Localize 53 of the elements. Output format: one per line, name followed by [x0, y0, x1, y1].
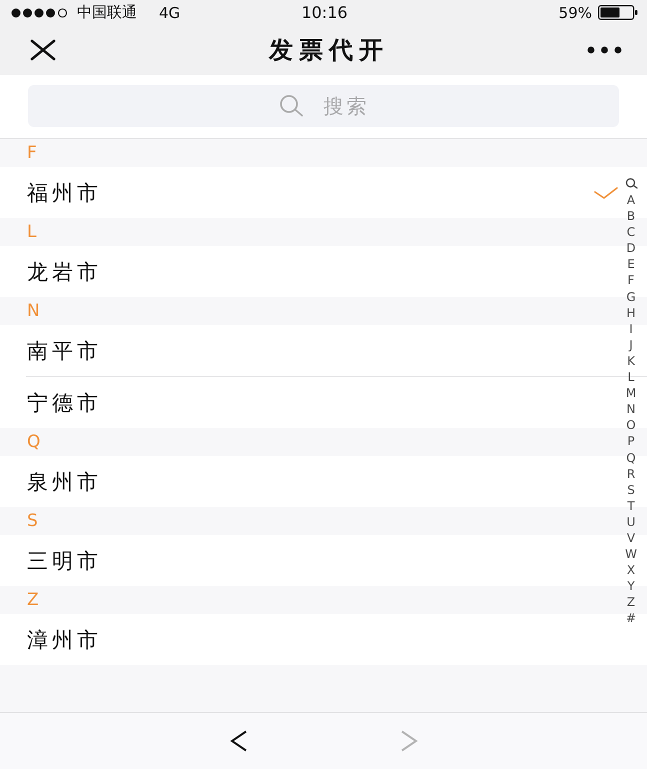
index-letter[interactable]: Y: [627, 578, 635, 594]
index-letter[interactable]: I: [629, 320, 633, 337]
index-letter[interactable]: W: [625, 546, 637, 562]
index-letter[interactable]: V: [626, 530, 636, 546]
index-letter[interactable]: S: [627, 482, 635, 498]
city-item[interactable]: 三明市: [0, 535, 621, 586]
chevron-left-icon[interactable]: [230, 730, 248, 752]
city-item[interactable]: 宁德市: [0, 377, 621, 428]
index-letter[interactable]: T: [627, 498, 635, 514]
index-letter[interactable]: G: [626, 288, 636, 305]
index-letter[interactable]: B: [626, 208, 636, 224]
search-icon: [279, 95, 305, 117]
index-letter[interactable]: P: [627, 433, 635, 450]
status-time: 10:16: [301, 3, 348, 22]
index-letter[interactable]: #: [626, 610, 636, 627]
carrier-name: 中国联通: [77, 3, 137, 22]
index-letter[interactable]: J: [629, 336, 633, 353]
index-letter[interactable]: A: [626, 192, 636, 208]
city-item[interactable]: 龙岩市: [0, 246, 621, 297]
city-item[interactable]: 福州市: [0, 167, 621, 218]
index-letter[interactable]: E: [627, 256, 635, 272]
index-letter[interactable]: K: [627, 352, 635, 370]
battery-icon: [598, 5, 638, 20]
index-letter[interactable]: H: [626, 304, 636, 321]
index-letter[interactable]: D: [626, 240, 636, 256]
index-letter[interactable]: M: [626, 385, 636, 402]
index-letter[interactable]: N: [626, 401, 636, 418]
index-letter[interactable]: F: [628, 272, 634, 289]
section-letter: N: [27, 301, 40, 321]
network-type: 4G: [159, 4, 180, 22]
index-letter[interactable]: Z: [626, 594, 636, 610]
city-item[interactable]: 泉州市: [0, 456, 621, 507]
close-icon[interactable]: [30, 39, 56, 61]
index-letter[interactable]: L: [628, 369, 634, 386]
city-item[interactable]: 南平市: [0, 325, 621, 376]
section-letter: Q: [27, 432, 40, 452]
section-letter: F: [27, 143, 37, 163]
section-letter: S: [27, 511, 38, 531]
index-letter[interactable]: X: [626, 562, 636, 578]
index-letter[interactable]: Q: [626, 450, 636, 466]
index-letter[interactable]: R: [626, 466, 636, 482]
index-letter[interactable]: U: [626, 514, 636, 530]
search-field[interactable]: 搜索: [28, 85, 619, 127]
index-letter[interactable]: O: [626, 417, 636, 434]
section-letter: Z: [27, 590, 39, 610]
battery-percent: 59%: [558, 4, 592, 22]
nav-title: 发票代开: [269, 35, 389, 66]
section-letter: L: [27, 222, 36, 242]
signal-icon: [11, 8, 68, 18]
index-letter[interactable]: C: [626, 224, 636, 240]
search-icon[interactable]: [624, 178, 638, 189]
city-item[interactable]: 漳州市: [0, 614, 621, 665]
more-icon[interactable]: [587, 46, 622, 54]
